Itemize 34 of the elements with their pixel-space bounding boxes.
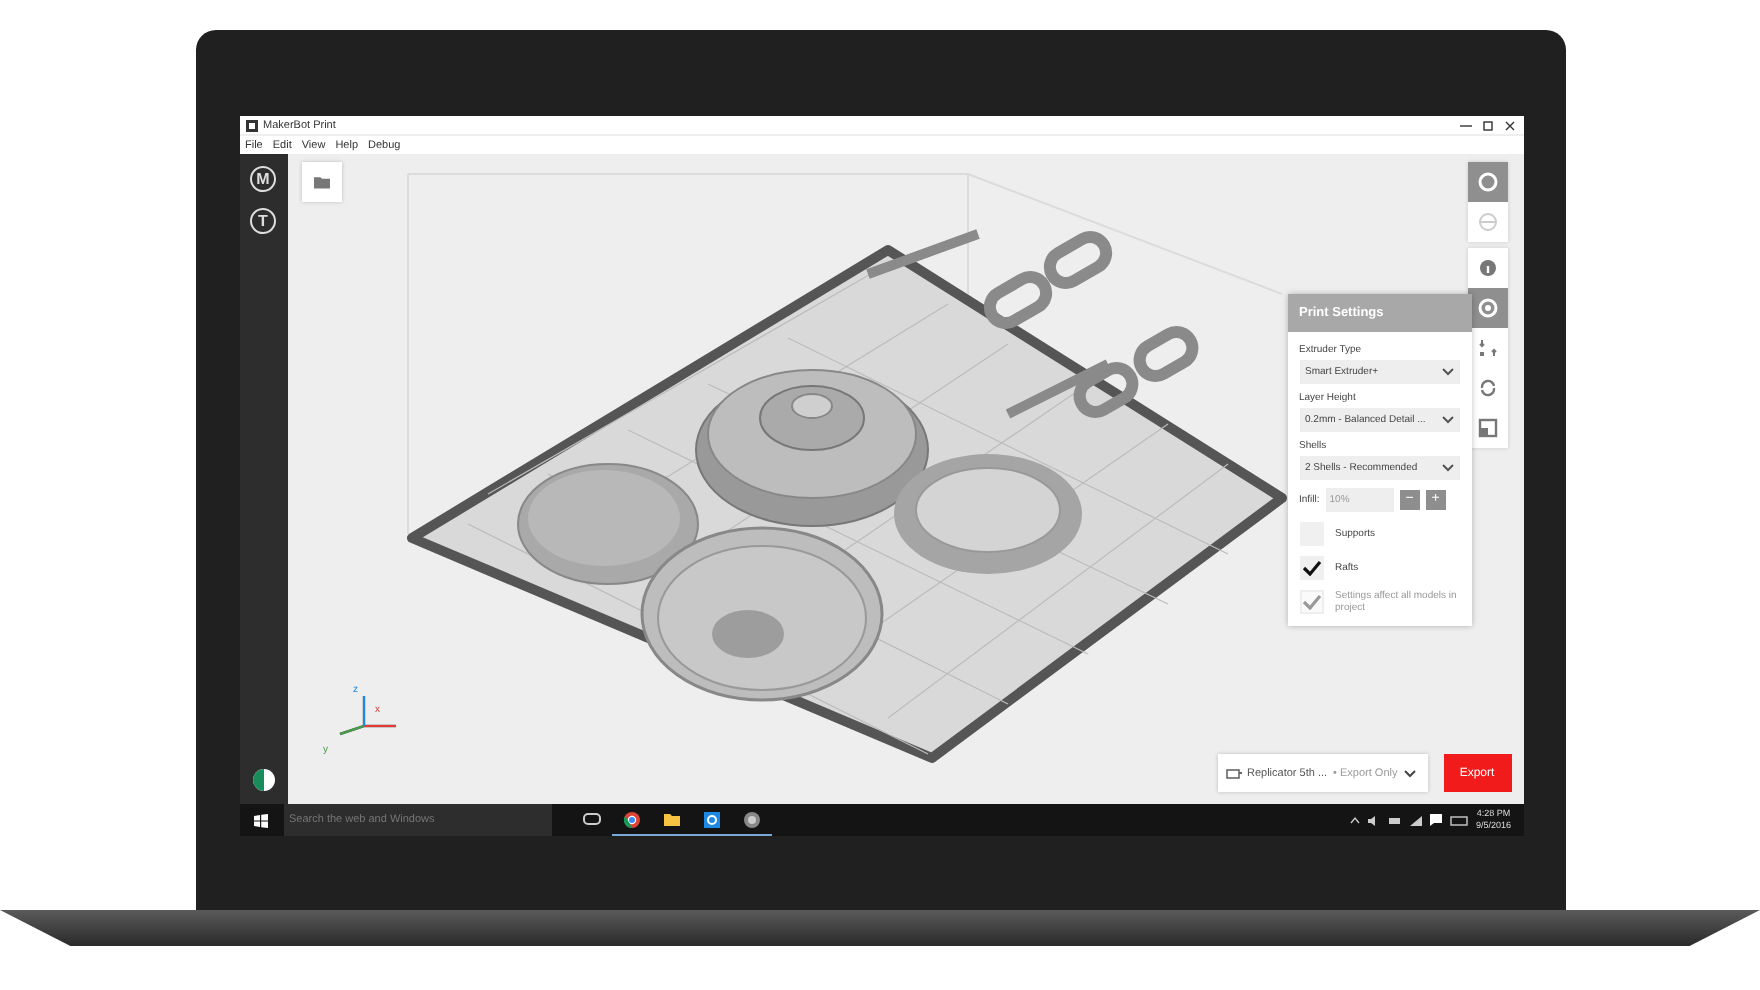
task-view-icon[interactable]: [581, 810, 601, 830]
sphere-icon: [1477, 172, 1497, 192]
printer-icon: [1225, 767, 1241, 779]
app-icon[interactable]: [741, 809, 761, 829]
minimize-icon[interactable]: [1457, 119, 1473, 131]
tool-button[interactable]: [1467, 162, 1507, 202]
chevron-up-icon[interactable]: [1349, 816, 1360, 824]
maximize-icon[interactable]: [1479, 119, 1495, 131]
wifi-icon[interactable]: [1409, 815, 1422, 825]
tool-button[interactable]: [1467, 248, 1507, 288]
account-icon[interactable]: [251, 768, 275, 792]
keyboard-icon[interactable]: [1449, 815, 1468, 825]
chevron-icon: [1403, 769, 1416, 777]
speaker-icon[interactable]: [1367, 815, 1380, 825]
scale-icon: [1477, 418, 1497, 438]
wireframe-icon: [1477, 212, 1497, 232]
close-icon[interactable]: [1501, 119, 1517, 131]
checkbox[interactable]: [1299, 556, 1323, 580]
chevron-icon: [1441, 416, 1453, 424]
battery-icon[interactable]: [1387, 815, 1402, 825]
folder-icon[interactable]: [661, 809, 681, 829]
rotate-icon: [1477, 378, 1497, 398]
arrows-icon: [1477, 338, 1497, 358]
info-icon: [1477, 258, 1497, 278]
chevron-icon: [1441, 464, 1453, 472]
notification-icon[interactable]: [1429, 814, 1442, 826]
browser-icon[interactable]: [621, 809, 641, 829]
folder-button[interactable]: [301, 162, 341, 202]
sidebar-button[interactable]: M: [250, 166, 276, 192]
sidebar-button[interactable]: T: [250, 208, 276, 234]
windows-logo-icon[interactable]: [254, 813, 268, 827]
settings-icon: [1477, 298, 1497, 318]
folder-icon: [313, 174, 329, 190]
chevron-icon: [1441, 368, 1453, 376]
